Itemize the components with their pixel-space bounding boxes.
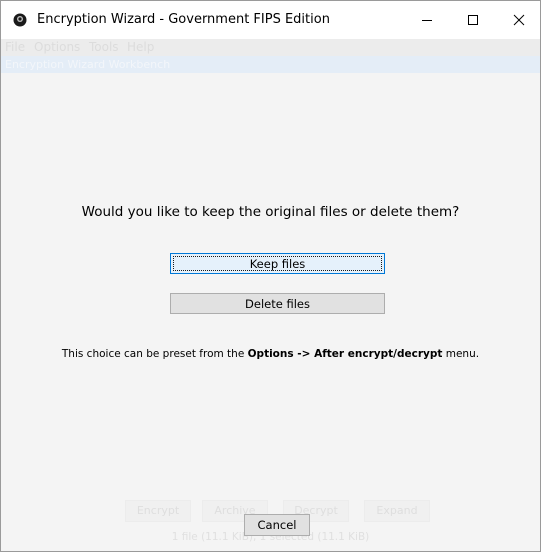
minimize-button[interactable] — [404, 1, 450, 39]
hint-prefix: This choice can be preset from the — [61, 348, 248, 360]
menu-bar: File Options Tools Help — [1, 39, 540, 56]
background-expand-button: Expand — [364, 500, 430, 522]
preset-hint: This choice can be preset from the Optio… — [1, 348, 540, 360]
background-header-text: Encryption Wizard Workbench — [5, 58, 171, 71]
maximize-button[interactable] — [450, 1, 496, 39]
background-header-bar: Encryption Wizard Workbench — [1, 56, 540, 73]
delete-files-label: Delete files — [245, 297, 310, 311]
menu-tools[interactable]: Tools — [89, 40, 119, 54]
cancel-button[interactable]: Cancel — [244, 514, 310, 536]
app-window: Encryption Wizard - Government FIPS Edit… — [0, 0, 541, 552]
close-icon — [513, 14, 525, 26]
window-title: Encryption Wizard - Government FIPS Edit… — [37, 12, 330, 27]
app-logo-icon — [13, 13, 27, 27]
hint-menu-path: Options -> After encrypt/decrypt — [247, 348, 443, 360]
menu-file[interactable]: File — [5, 40, 25, 54]
cancel-label: Cancel — [257, 518, 297, 532]
hint-suffix: menu. — [442, 348, 480, 360]
keep-files-label: Keep files — [249, 257, 306, 271]
keep-or-delete-dialog: Would you like to keep the original file… — [1, 73, 540, 551]
menu-options[interactable]: Options — [34, 40, 80, 54]
minimize-icon — [422, 20, 432, 21]
maximize-icon — [468, 15, 478, 25]
dialog-question: Would you like to keep the original file… — [81, 204, 460, 220]
menu-help[interactable]: Help — [127, 40, 154, 54]
keep-files-button[interactable]: Keep files — [170, 253, 385, 274]
background-encrypt-button: Encrypt — [125, 500, 191, 522]
close-button[interactable] — [496, 1, 540, 39]
delete-files-button[interactable]: Delete files — [170, 293, 385, 314]
title-bar[interactable]: Encryption Wizard - Government FIPS Edit… — [1, 1, 540, 39]
